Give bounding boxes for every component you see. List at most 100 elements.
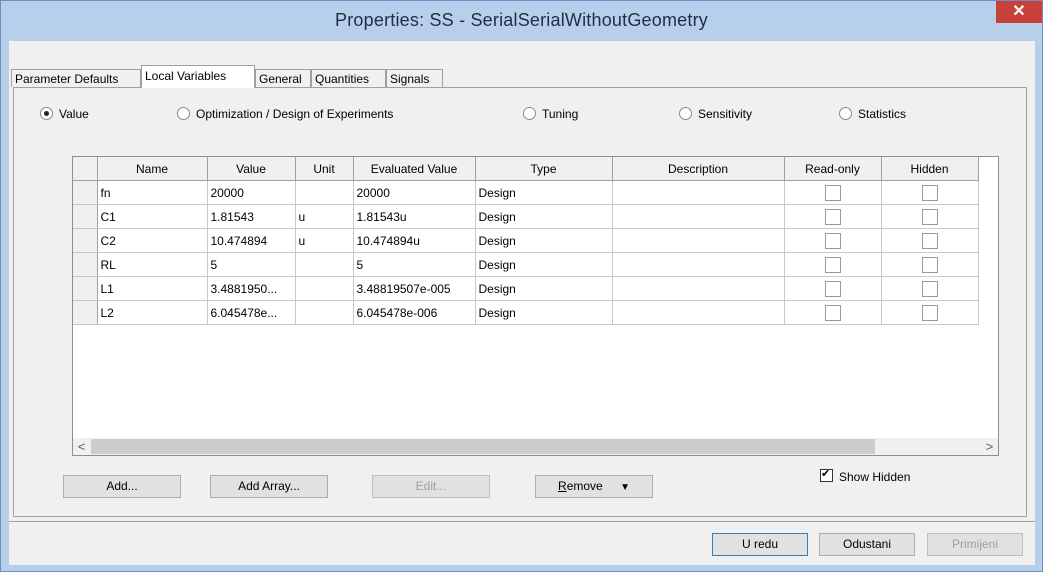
cell-hidden <box>881 252 979 277</box>
row-header[interactable] <box>73 204 98 229</box>
dropdown-arrow-icon[interactable]: ▼ <box>620 482 630 493</box>
row-header[interactable] <box>73 228 98 253</box>
cell-description[interactable] <box>612 276 785 301</box>
cell-unit[interactable] <box>295 252 354 277</box>
cell-hidden <box>881 228 979 253</box>
table-row[interactable]: fn 20000 20000 Design <box>73 180 979 205</box>
cell-type[interactable]: Design <box>475 180 613 205</box>
scroll-left-icon[interactable]: < <box>73 438 90 455</box>
read-only-checkbox[interactable] <box>824 232 841 249</box>
hidden-checkbox[interactable] <box>921 304 938 321</box>
cell-type[interactable]: Design <box>475 228 613 253</box>
cell-type[interactable]: Design <box>475 276 613 301</box>
radio-icon <box>177 107 190 120</box>
ok-button[interactable]: U redu <box>712 533 808 556</box>
cell-name[interactable]: RL <box>97 252 208 277</box>
horizontal-scrollbar[interactable]: < > <box>73 438 998 455</box>
cell-type[interactable]: Design <box>475 204 613 229</box>
corner-header <box>73 157 98 181</box>
cell-value[interactable]: 1.81543 <box>207 204 296 229</box>
mode-radio-optimization[interactable]: Optimization / Design of Experiments <box>177 106 393 122</box>
hidden-checkbox[interactable] <box>921 256 938 273</box>
tab-local-variables[interactable]: Local Variables <box>141 65 255 88</box>
variables-grid[interactable]: Name Value Unit Evaluated Value Type Des… <box>72 156 999 456</box>
tab-quantities[interactable]: Quantities <box>311 69 386 87</box>
hidden-checkbox[interactable] <box>921 280 938 297</box>
cell-hidden <box>881 276 979 301</box>
column-header-name[interactable]: Name <box>97 157 208 181</box>
read-only-checkbox[interactable] <box>824 184 841 201</box>
cell-name[interactable]: L2 <box>97 300 208 325</box>
cell-name[interactable]: L1 <box>97 276 208 301</box>
tab-parameter-defaults[interactable]: Parameter Defaults <box>11 69 141 87</box>
cell-unit[interactable] <box>295 180 354 205</box>
edit-button[interactable]: Edit... <box>372 475 490 498</box>
row-header[interactable] <box>73 180 98 205</box>
mode-label: Value <box>59 107 89 121</box>
hidden-checkbox[interactable] <box>921 232 938 249</box>
column-header-hidden[interactable]: Hidden <box>881 157 979 181</box>
cell-evaluated-value: 5 <box>353 252 476 277</box>
read-only-checkbox[interactable] <box>824 256 841 273</box>
cell-type[interactable]: Design <box>475 252 613 277</box>
cell-value[interactable]: 5 <box>207 252 296 277</box>
read-only-checkbox[interactable] <box>824 208 841 225</box>
cell-evaluated-value: 3.48819507e-005 <box>353 276 476 301</box>
hidden-checkbox[interactable] <box>921 184 938 201</box>
cell-description[interactable] <box>612 300 785 325</box>
cancel-button[interactable]: Odustani <box>819 533 915 556</box>
footer-divider <box>9 521 1035 522</box>
row-header[interactable] <box>73 300 98 325</box>
table-row[interactable]: L1 3.4881950... 3.48819507e-005 Design <box>73 276 979 301</box>
table-row[interactable]: C1 1.81543 u 1.81543u Design <box>73 204 979 229</box>
title-bar[interactable]: Properties: SS - SerialSerialWithoutGeom… <box>1 1 1042 41</box>
cell-description[interactable] <box>612 204 785 229</box>
cell-name[interactable]: C1 <box>97 204 208 229</box>
tab-signals[interactable]: Signals <box>386 69 443 87</box>
cell-hidden <box>881 300 979 325</box>
scroll-right-icon[interactable]: > <box>981 438 998 455</box>
mode-radio-sensitivity[interactable]: Sensitivity <box>679 106 752 122</box>
cell-value[interactable]: 10.474894 <box>207 228 296 253</box>
table-row[interactable]: C2 10.474894 u 10.474894u Design <box>73 228 979 253</box>
cell-description[interactable] <box>612 228 785 253</box>
apply-button[interactable]: Primijeni <box>927 533 1023 556</box>
add-array-button[interactable]: Add Array... <box>210 475 328 498</box>
row-header[interactable] <box>73 276 98 301</box>
cell-unit[interactable]: u <box>295 204 354 229</box>
cell-evaluated-value: 20000 <box>353 180 476 205</box>
scrollbar-thumb[interactable] <box>91 439 875 454</box>
add-button[interactable]: Add... <box>63 475 181 498</box>
tab-general[interactable]: General <box>255 69 311 87</box>
table-row[interactable]: L2 6.045478e... 6.045478e-006 Design <box>73 300 979 325</box>
show-hidden-checkbox[interactable]: Show Hidden <box>820 467 910 484</box>
read-only-checkbox[interactable] <box>824 280 841 297</box>
mode-radio-statistics[interactable]: Statistics <box>839 106 906 122</box>
cell-unit[interactable]: u <box>295 228 354 253</box>
hidden-checkbox[interactable] <box>921 208 938 225</box>
table-row[interactable]: RL 5 5 Design <box>73 252 979 277</box>
cell-unit[interactable] <box>295 276 354 301</box>
cell-unit[interactable] <box>295 300 354 325</box>
column-header-evaluated-value[interactable]: Evaluated Value <box>353 157 476 181</box>
column-header-description[interactable]: Description <box>612 157 785 181</box>
cell-value[interactable]: 3.4881950... <box>207 276 296 301</box>
column-header-type[interactable]: Type <box>475 157 613 181</box>
row-header[interactable] <box>73 252 98 277</box>
mode-radio-value[interactable]: Value <box>40 106 89 122</box>
cell-value[interactable]: 6.045478e... <box>207 300 296 325</box>
column-header-read-only[interactable]: Read-only <box>784 157 882 181</box>
remove-button[interactable]: Remove ▼ <box>535 475 653 498</box>
cell-description[interactable] <box>612 180 785 205</box>
cell-value[interactable]: 20000 <box>207 180 296 205</box>
cell-description[interactable] <box>612 252 785 277</box>
column-header-value[interactable]: Value <box>207 157 296 181</box>
mode-radio-tuning[interactable]: Tuning <box>523 106 578 122</box>
close-icon[interactable]: ✕ <box>996 1 1042 23</box>
read-only-checkbox[interactable] <box>824 304 841 321</box>
column-header-unit[interactable]: Unit <box>295 157 354 181</box>
cell-type[interactable]: Design <box>475 300 613 325</box>
cell-read-only <box>784 204 882 229</box>
cell-name[interactable]: fn <box>97 180 208 205</box>
cell-name[interactable]: C2 <box>97 228 208 253</box>
